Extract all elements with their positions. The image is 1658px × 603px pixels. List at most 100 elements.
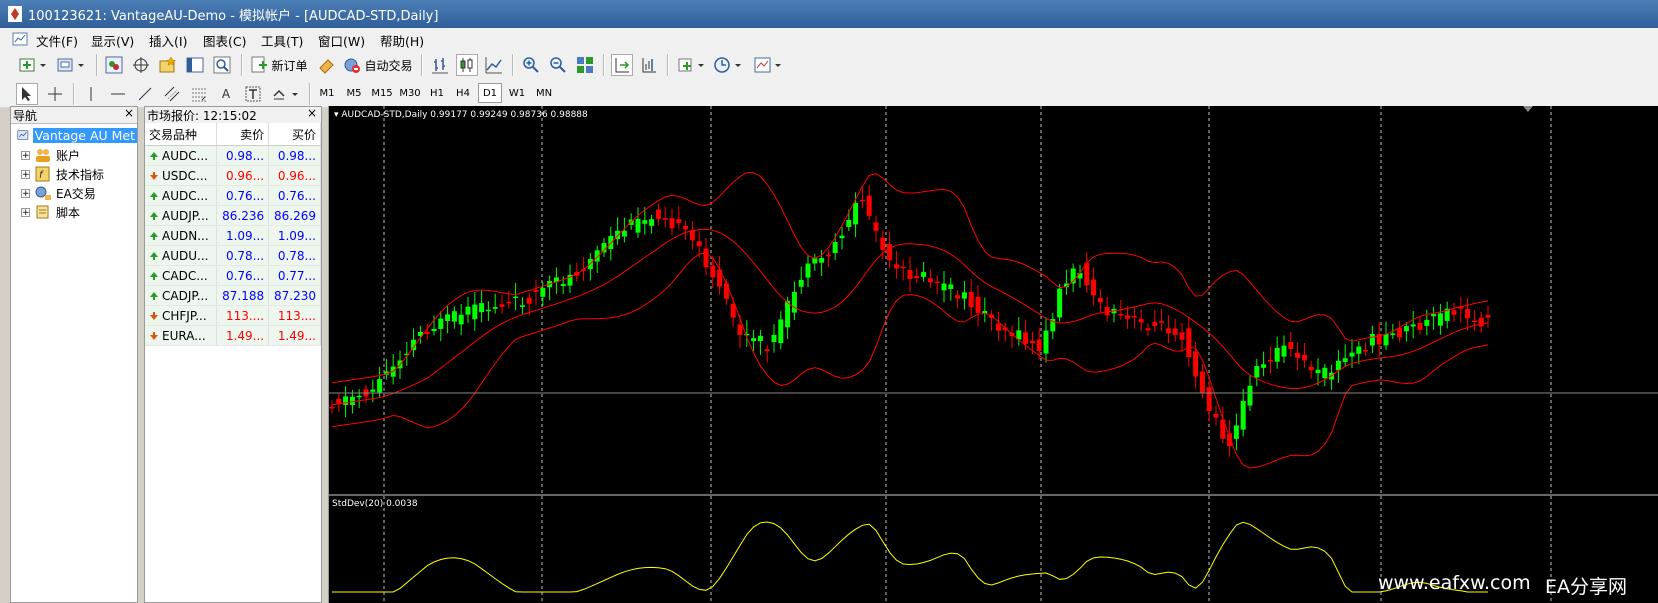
navigator-item-accounts[interactable]: + 账户 xyxy=(11,146,80,164)
data-window-button[interactable] xyxy=(130,54,152,76)
candle-body xyxy=(1159,321,1165,323)
timeframe-mn-button[interactable]: MN xyxy=(532,83,556,103)
market-watch-row[interactable]: AUDC... 0.76... 0.76... xyxy=(145,185,321,206)
bid-cell: 0.76... xyxy=(216,185,270,206)
symbol-cell[interactable]: AUDJP... xyxy=(145,205,218,226)
timeframe-d1-button[interactable]: D1 xyxy=(478,83,502,103)
candle-body xyxy=(560,284,566,286)
close-icon[interactable]: × xyxy=(124,106,134,120)
text-button[interactable]: A xyxy=(215,83,237,105)
price-chart[interactable]: ▾ AUDCAD-STD,Daily 0.99177 0.99249 0.987… xyxy=(328,106,1658,603)
symbol-cell[interactable]: AUDC... xyxy=(145,185,218,206)
zoom-out-button[interactable] xyxy=(547,54,569,76)
timeframe-m15-button[interactable]: M15 xyxy=(370,83,394,103)
symbol-cell[interactable]: AUDC... xyxy=(145,145,218,166)
templates-button[interactable] xyxy=(752,54,786,76)
market-watch-row[interactable]: EURA... 1.49... 1.49... xyxy=(145,325,321,346)
column-header-symbol[interactable]: 交易品种 xyxy=(145,123,218,146)
horizontal-line-button[interactable] xyxy=(107,83,129,105)
trendline-icon xyxy=(138,87,152,101)
menu-view[interactable]: 显示(V) xyxy=(91,31,134,50)
equidistant-channel-button[interactable] xyxy=(161,83,183,105)
timeframe-m30-button[interactable]: M30 xyxy=(398,83,422,103)
navigator-root[interactable]: Vantage AU Met xyxy=(11,126,137,144)
candlestick-chart-button[interactable] xyxy=(456,54,478,76)
line-studies-toolbar: A M1 M5 M15 M30 H1 H4 D1 W1 MN xyxy=(0,80,1658,108)
column-header-ask[interactable]: 买价 xyxy=(268,123,321,146)
strategy-tester-button[interactable] xyxy=(211,54,233,76)
symbol-cell[interactable]: AUDN... xyxy=(145,225,218,246)
symbol-cell[interactable]: AUDU... xyxy=(145,245,218,266)
menu-help[interactable]: 帮助(H) xyxy=(380,31,424,50)
menu-charts[interactable]: 图表(C) xyxy=(203,31,246,50)
chart-shift-button[interactable] xyxy=(638,54,660,76)
timeframe-w1-button[interactable]: W1 xyxy=(506,83,528,103)
navigator-item-expert-advisors[interactable]: + EA交易 xyxy=(11,184,96,202)
market-watch-row[interactable]: AUDJP... 86.236 86.269 xyxy=(145,205,321,226)
terminal-button[interactable] xyxy=(184,54,206,76)
expand-icon[interactable]: + xyxy=(21,169,30,179)
line-chart-button[interactable] xyxy=(483,54,505,76)
chart-window[interactable]: ▾ AUDCAD-STD,Daily 0.99177 0.99249 0.987… xyxy=(328,106,1658,603)
metaeditor-button[interactable] xyxy=(316,54,338,76)
menu-tools[interactable]: 工具(T) xyxy=(261,31,303,50)
vertical-line-button[interactable] xyxy=(80,83,102,105)
navigator-item-scripts[interactable]: + 脚本 xyxy=(11,203,80,221)
timeframe-h1-button[interactable]: H1 xyxy=(426,83,448,103)
cursor-button[interactable] xyxy=(16,83,38,105)
symbol-cell[interactable]: CADJP... xyxy=(145,285,218,306)
profiles-button[interactable] xyxy=(54,54,88,76)
market-watch-row[interactable]: CHFJP... 113.... 113.... xyxy=(145,305,321,326)
new-order-button[interactable]: 新订单 xyxy=(249,54,309,76)
symbol-cell[interactable]: CHFJP... xyxy=(145,305,218,326)
market-watch-row[interactable]: AUDU... 0.78... 0.78... xyxy=(145,245,321,266)
indicators-button[interactable] xyxy=(675,54,709,76)
clock-icon xyxy=(714,57,741,73)
trendline-button[interactable] xyxy=(134,83,156,105)
chart-window-icon[interactable] xyxy=(12,31,28,47)
zoom-in-button[interactable] xyxy=(520,54,542,76)
auto-scroll-button[interactable] xyxy=(611,54,633,76)
close-icon[interactable]: × xyxy=(307,106,317,120)
market-watch-row[interactable]: CADC... 0.76... 0.77... xyxy=(145,265,321,286)
periods-button[interactable] xyxy=(712,54,746,76)
candle-body xyxy=(1091,279,1097,296)
market-watch-button[interactable] xyxy=(103,54,125,76)
expand-icon[interactable]: + xyxy=(21,188,30,198)
timeframe-m5-button[interactable]: M5 xyxy=(343,83,365,103)
expand-icon[interactable]: + xyxy=(21,207,30,217)
timeframe-m1-button[interactable]: M1 xyxy=(316,83,338,103)
bid-cell: 1.09... xyxy=(216,225,270,246)
candle-body xyxy=(1186,328,1192,358)
fibonacci-button[interactable] xyxy=(188,83,210,105)
navigator-item-indicators[interactable]: + f 技术指标 xyxy=(11,165,104,183)
auto-trading-button[interactable]: 自动交易 xyxy=(342,54,414,76)
symbol-cell[interactable]: EURA... xyxy=(145,325,218,346)
column-header-bid[interactable]: 卖价 xyxy=(216,123,270,146)
bar-chart-button[interactable] xyxy=(429,54,451,76)
arrows-icon xyxy=(273,89,298,100)
navigator-button[interactable] xyxy=(157,54,179,76)
menu-window[interactable]: 窗口(W) xyxy=(318,31,365,50)
window-title-bar: 100123621: VantageAU-Demo - 模拟帐户 - [AUDC… xyxy=(0,0,1658,28)
ask-cell: 1.49... xyxy=(268,325,321,346)
navigator-title: 导航 xyxy=(13,109,38,123)
candle-body xyxy=(519,305,525,307)
text-label-button[interactable] xyxy=(242,83,264,105)
symbol-cell[interactable]: USDC... xyxy=(145,165,218,186)
market-watch-row[interactable]: CADJP... 87.188 87.230 xyxy=(145,285,321,306)
menu-insert[interactable]: 插入(I) xyxy=(149,31,187,50)
symbol-cell[interactable]: CADC... xyxy=(145,265,218,286)
candle-body xyxy=(1417,322,1423,330)
market-watch-row[interactable]: AUDN... 1.09... 1.09... xyxy=(145,225,321,246)
timeframe-h4-button[interactable]: H4 xyxy=(452,83,474,103)
expand-icon[interactable]: + xyxy=(21,150,30,160)
crosshair-button[interactable] xyxy=(44,83,66,105)
candle-body xyxy=(655,209,661,219)
arrows-button[interactable] xyxy=(269,83,303,105)
new-chart-button[interactable] xyxy=(16,54,50,76)
tile-windows-button[interactable] xyxy=(574,54,596,76)
market-watch-row[interactable]: AUDC... 0.98... 0.98... xyxy=(145,145,321,166)
market-watch-row[interactable]: USDC... 0.96... 0.96... xyxy=(145,165,321,186)
menu-file[interactable]: 文件(F) xyxy=(36,31,78,50)
